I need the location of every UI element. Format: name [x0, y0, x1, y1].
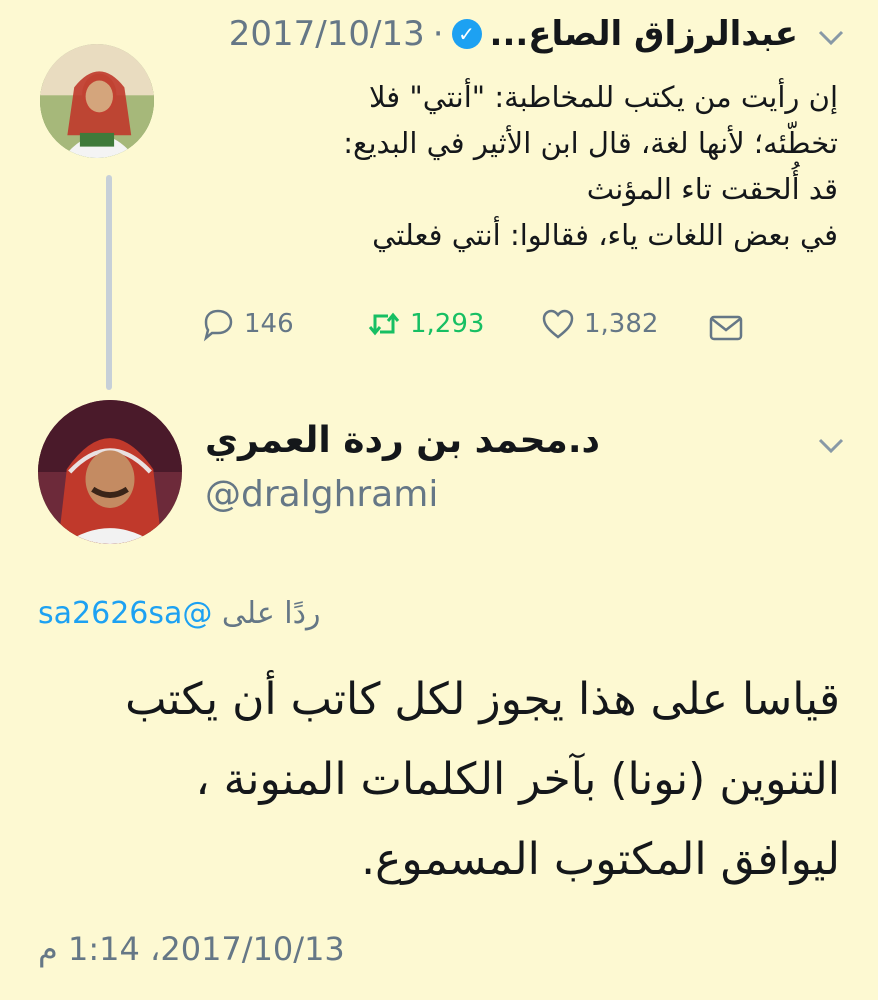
reply-context: ردًا على @sa2626sa: [38, 596, 320, 631]
chevron-down-icon[interactable]: [818, 28, 844, 53]
tweet-text: قياسا على هذا يجوز لكل كاتب أن يكتب التن…: [50, 660, 840, 900]
author-name[interactable]: د.محمد بن ردة العمري: [205, 420, 600, 461]
avatar[interactable]: [38, 400, 182, 544]
retweet-count: 1,293: [410, 309, 485, 339]
tweet-date[interactable]: 2017/10/13: [229, 14, 425, 54]
tweet-line: التنوين (نونا) بآخر الكلمات المنونة ،: [195, 754, 840, 805]
author-handle[interactable]: @dralghrami: [205, 474, 438, 515]
tweet-line: في بعض اللغات ياء، فقالوا: أنتي فعلتي: [372, 218, 838, 252]
tweet-line: قد أُلحقت تاء المؤنث: [586, 172, 838, 206]
heart-icon: [542, 309, 574, 339]
tweet-text: إن رأيت من يكتب للمخاطبة: "أنتي" فلا تخط…: [148, 74, 838, 258]
reply-count: 146: [244, 309, 294, 339]
reply-icon: [203, 309, 233, 342]
tweet-line: إن رأيت من يكتب للمخاطبة: "أنتي" فلا: [369, 80, 838, 114]
tweet-line: ليوافق المكتوب المسموع.: [361, 834, 840, 885]
reply-button[interactable]: 146: [200, 306, 294, 342]
tweet-timestamp[interactable]: 2017/10/13، 1:14 م: [38, 930, 345, 968]
retweet-icon: [368, 312, 400, 336]
chevron-down-icon[interactable]: [818, 436, 844, 461]
like-count: 1,382: [584, 309, 659, 339]
envelope-icon: [709, 315, 743, 341]
retweet-button[interactable]: 1,293: [366, 306, 484, 342]
profile-photo-icon: [40, 44, 154, 158]
author-name[interactable]: عبدالرزاق الصاع...: [490, 14, 798, 54]
thread-connector: [106, 175, 112, 390]
separator-dot: ·: [432, 14, 444, 54]
tweet-line: قياسا على هذا يجوز لكل كاتب أن يكتب: [125, 674, 840, 725]
like-button[interactable]: 1,382: [540, 306, 658, 342]
avatar[interactable]: [40, 44, 154, 158]
profile-photo-icon: [38, 400, 182, 544]
reply-mention-link[interactable]: @sa2626sa: [38, 596, 212, 631]
direct-message-button[interactable]: [708, 310, 744, 346]
verified-badge-icon: ✓: [451, 19, 482, 49]
reply-prefix: ردًا على: [221, 596, 321, 631]
tweet-line: تخطّئه؛ لأنها لغة، قال ابن الأثير في الب…: [343, 126, 838, 160]
